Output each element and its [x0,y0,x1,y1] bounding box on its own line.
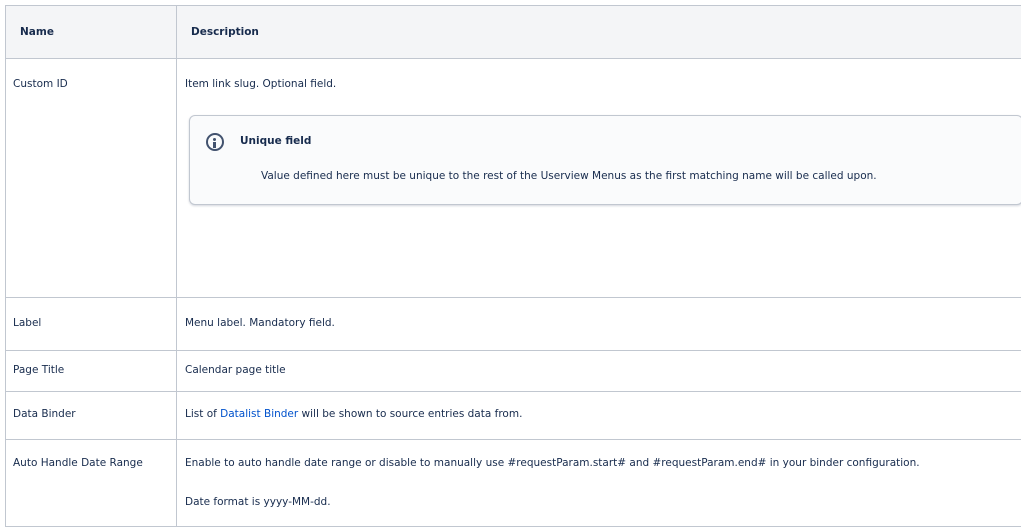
row-description-cell: List of Datalist Binder will be shown to… [177,392,1021,440]
table-row: Page Title Calendar page title [6,351,1021,392]
row-description: Menu label. Mandatory field. [185,298,1021,329]
info-panel-body: Value defined here must be unique to the… [261,170,877,182]
row-description-cell: Calendar page title [177,351,1021,392]
info-panel: Unique field Value defined here must be … [189,115,1021,205]
row-description-cell: Item link slug. Optional field. Unique f… [177,59,1021,298]
row-description: List of Datalist Binder will be shown to… [185,392,1021,420]
description-suffix: will be shown to source entries data fro… [298,408,522,420]
row-description: Calendar page title [185,351,1021,376]
row-name-cell: Label [6,298,177,351]
properties-table: Name Description Custom ID Item link slu… [5,5,1021,527]
table-row: Custom ID Item link slug. Optional field… [6,59,1021,298]
row-name-cell: Page Title [6,351,177,392]
row-description-cell: Enable to auto handle date range or disa… [177,440,1021,527]
column-header-description: Description [177,6,1021,59]
datalist-binder-link[interactable]: Datalist Binder [220,408,298,420]
row-name: Custom ID [13,59,176,90]
row-description: Enable to auto handle date range or disa… [185,440,1021,469]
row-name-cell: Data Binder [6,392,177,440]
row-name: Data Binder [13,392,176,420]
row-name-cell: Auto Handle Date Range [6,440,177,527]
table-row: Label Menu label. Mandatory field. [6,298,1021,351]
column-header-name: Name [6,6,177,59]
row-description-cell: Menu label. Mandatory field. [177,298,1021,351]
table-header-row: Name Description [6,6,1021,59]
info-icon [206,133,224,151]
row-note: Date format is yyyy-MM-dd. [185,469,1021,508]
info-panel-title: Unique field [240,135,311,147]
row-name: Auto Handle Date Range [13,440,176,469]
row-description: Item link slug. Optional field. [185,59,1021,90]
row-name-cell: Custom ID [6,59,177,298]
row-name: Page Title [13,351,176,376]
table-row: Auto Handle Date Range Enable to auto ha… [6,440,1021,527]
row-name: Label [13,298,176,329]
description-prefix: List of [185,408,220,420]
table-row: Data Binder List of Datalist Binder will… [6,392,1021,440]
